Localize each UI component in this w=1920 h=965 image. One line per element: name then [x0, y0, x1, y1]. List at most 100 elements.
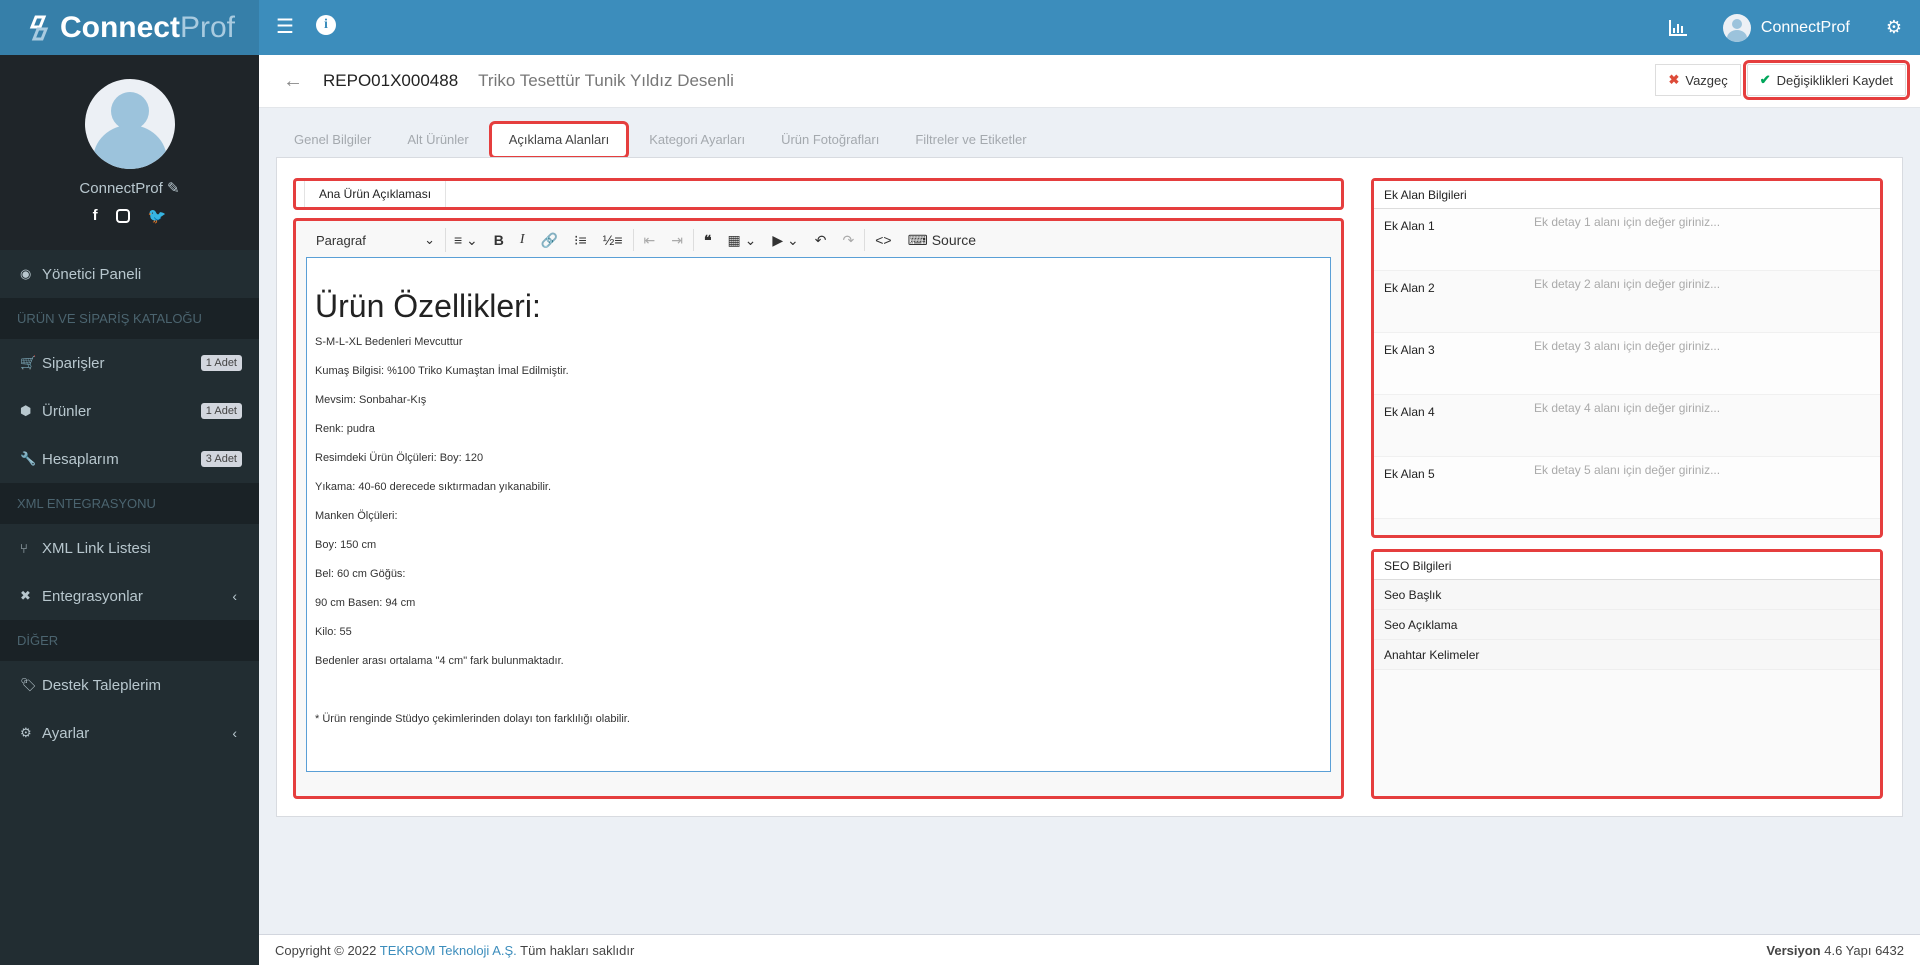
back-arrow-icon[interactable]: ←: [283, 70, 303, 93]
save-button[interactable]: ✔ Değişiklikleri Kaydet: [1742, 60, 1911, 100]
sidebar-item-support[interactable]: 🏷 Destek Taleplerim: [0, 661, 259, 709]
extra-fields-list: Ek Alan 1 Ek Alan 2 Ek Alan 3 Ek Alan 4 Ek A…: [1374, 209, 1880, 519]
sidebar-item-products[interactable]: ⬢ Ürünler 1 Adet: [0, 387, 259, 435]
undo-icon[interactable]: ↶: [807, 232, 835, 249]
italic-icon[interactable]: I: [512, 232, 533, 248]
company-link[interactable]: TEKROM Teknoloji A.Ş.: [380, 943, 517, 958]
extra-field-input[interactable]: [1534, 271, 1880, 297]
editor-content[interactable]: Ürün Özellikleri: S-M-L-XL Bedenleri Mev…: [306, 257, 1331, 772]
cube-icon: ⬢: [20, 403, 32, 418]
extra-field-input[interactable]: [1534, 209, 1880, 235]
check-icon: ✔: [1759, 72, 1771, 87]
tab-filters[interactable]: Filtreler ve Etiketler: [897, 123, 1044, 157]
profile-avatar: [84, 79, 175, 169]
redo-icon[interactable]: ↷: [835, 232, 863, 249]
code-icon[interactable]: <>: [867, 232, 899, 248]
sidebar-item-xml-links[interactable]: ⑂ XML Link Listesi: [0, 524, 259, 572]
settings-gears-icon: ⚙: [1885, 17, 1902, 37]
content-paragraphs: S-M-L-XL Bedenleri Mevcuttur Kumaş Bilgis…: [315, 335, 1322, 727]
bar-chart-icon: [1668, 19, 1687, 36]
sidebar-item-integrations[interactable]: ✖ Entegrasyonlar ‹: [0, 572, 259, 620]
toolbar-separator: [692, 229, 694, 251]
sidebar-item-label: Destek Taleplerim: [42, 676, 161, 694]
dashboard-icon: ◉: [20, 266, 32, 281]
extra-fields-panel: Ek Alan Bilgileri Ek Alan 1Ek Alan 2Ek A…: [1371, 178, 1883, 538]
profile-name[interactable]: ConnectProf ✎: [0, 179, 259, 197]
content-paragraph: Kumaş Bilgisi: %100 Triko Kumaştan İmal …: [315, 365, 569, 377]
close-icon: ✖: [1668, 72, 1680, 87]
version-value: 4.6 Yapı 6432: [1820, 942, 1904, 958]
content-paragraph: Renk: pudra: [315, 423, 375, 435]
outdent-icon[interactable]: ⇤: [636, 232, 664, 249]
instagram-icon[interactable]: [115, 209, 130, 223]
media-icon[interactable]: ▶ ⌄: [764, 232, 806, 249]
edit-icon[interactable]: ✎: [167, 180, 180, 197]
count-badge: 1 Adet: [200, 403, 242, 419]
sidebar-item-dashboard[interactable]: ◉ Yönetici Paneli: [0, 250, 259, 298]
numbered-list-icon[interactable]: ½≡: [595, 232, 631, 248]
tags-icon: 🏷: [20, 677, 37, 692]
tab-category[interactable]: Kategori Ayarları: [631, 123, 763, 157]
indent-icon[interactable]: ⇥: [663, 232, 691, 249]
tab-sub-products[interactable]: Alt Ürünler: [389, 123, 486, 157]
seo-row-description[interactable]: Seo Açıklama: [1374, 610, 1880, 640]
seo-title: SEO Bilgileri: [1374, 552, 1880, 580]
facebook-icon[interactable]: f: [93, 207, 98, 225]
settings-button[interactable]: ⚙: [1868, 0, 1920, 55]
user-name: ConnectProf: [1760, 18, 1850, 36]
extra-field-input[interactable]: [1534, 395, 1880, 421]
description-subtabs: Ana Ürün Açıklaması: [293, 178, 1344, 210]
tab-descriptions[interactable]: Açıklama Alanları: [488, 121, 630, 159]
footer: Copyright © 2022 TEKROM Teknoloji A.Ş. T…: [259, 934, 1920, 965]
count-badge: 1 Adet: [200, 355, 242, 371]
tab-bar: Genel Bilgiler Alt Ürünler Açıklama Alan…: [276, 121, 1045, 159]
extra-field-input[interactable]: [1534, 333, 1880, 359]
sidebar-item-settings[interactable]: ⚙ Ayarlar ‹: [0, 709, 259, 757]
bold-icon[interactable]: B: [486, 232, 512, 248]
content-paragraph: 90 cm Basen: 94 cm: [315, 597, 416, 609]
version: Versiyon 4.6 Yapı 6432: [1766, 943, 1904, 958]
toolbar-separator: [864, 229, 866, 251]
expand-icon: ✖: [20, 588, 31, 603]
seo-row-title[interactable]: Seo Başlık: [1374, 580, 1880, 610]
twitter-icon[interactable]: 🐦: [148, 207, 167, 225]
copyright: Copyright © 2022 TEKROM Teknoloji A.Ş. T…: [275, 943, 634, 958]
heading-select-value: Paragraf: [316, 232, 366, 248]
tab-photos[interactable]: Ürün Fotoğrafları: [763, 123, 897, 157]
cancel-button[interactable]: ✖ Vazgeç: [1655, 64, 1741, 96]
link-icon[interactable]: 🔗: [533, 232, 566, 249]
heading-select[interactable]: Paragraf ⌄: [306, 228, 446, 252]
sidebar-item-orders[interactable]: 🛒 Siparişler 1 Adet: [0, 339, 259, 387]
blockquote-icon[interactable]: ❝: [696, 232, 720, 249]
code-fork-icon: ⑂: [20, 540, 28, 556]
extra-field-label: Ek Alan 2: [1384, 281, 1435, 295]
extra-field-input[interactable]: [1534, 457, 1880, 483]
content-paragraph: Bedenler arası ortalama "4 cm" fark bulu…: [315, 655, 564, 667]
extra-field-label: Ek Alan 1: [1384, 219, 1435, 233]
align-icon[interactable]: ≡ ⌄: [446, 232, 486, 249]
extra-field-row: Ek Alan 1: [1374, 209, 1880, 271]
menu-toggle-icon[interactable]: ☰: [276, 14, 294, 39]
seo-row-keywords[interactable]: Anahtar Kelimeler: [1374, 640, 1880, 670]
top-header: Connect Prof ☰ i ConnectProf ⚙: [0, 0, 1920, 55]
wrench-icon: 🔧: [20, 451, 37, 466]
brand-logo[interactable]: Connect Prof: [0, 0, 259, 55]
table-icon[interactable]: ▦ ⌄: [720, 232, 765, 249]
source-icon: ⌨: [907, 231, 928, 248]
stats-button[interactable]: [1651, 0, 1705, 55]
page-header: ← REPO01X000488 Triko Tesettür Tunik Yıl…: [259, 55, 1920, 108]
sidebar: ConnectProf ✎ f 🐦 ◉ Yönetici Paneli ÜRÜN …: [0, 55, 259, 965]
info-icon[interactable]: i: [316, 15, 336, 35]
bulleted-list-icon[interactable]: ⁝≡: [566, 232, 595, 249]
tab-panel: Ana Ürün Açıklaması Paragraf ⌄ ≡ ⌄ B I 🔗 …: [276, 157, 1903, 817]
subtab-main-description[interactable]: Ana Ürün Açıklaması: [304, 181, 447, 207]
source-button[interactable]: ⌨ Source: [900, 232, 984, 249]
user-menu[interactable]: ConnectProf: [1705, 0, 1868, 55]
tab-general[interactable]: Genel Bilgiler: [276, 123, 389, 157]
count-badge: 3 Adet: [200, 451, 242, 467]
sidebar-item-accounts[interactable]: 🔧 Hesaplarım 3 Adet: [0, 435, 259, 483]
editor-toolbar: Paragraf ⌄ ≡ ⌄ B I 🔗 ⁝≡ ½≡ ⇤ ⇥ ❝ ▦ ⌄ ▶ ⌄ …: [306, 225, 1331, 255]
sidebar-item-label: Ürünler: [42, 402, 92, 420]
menu-header-xml: XML ENTEGRASYONU: [0, 483, 259, 524]
sidebar-item-label: Yönetici Paneli: [42, 265, 142, 283]
